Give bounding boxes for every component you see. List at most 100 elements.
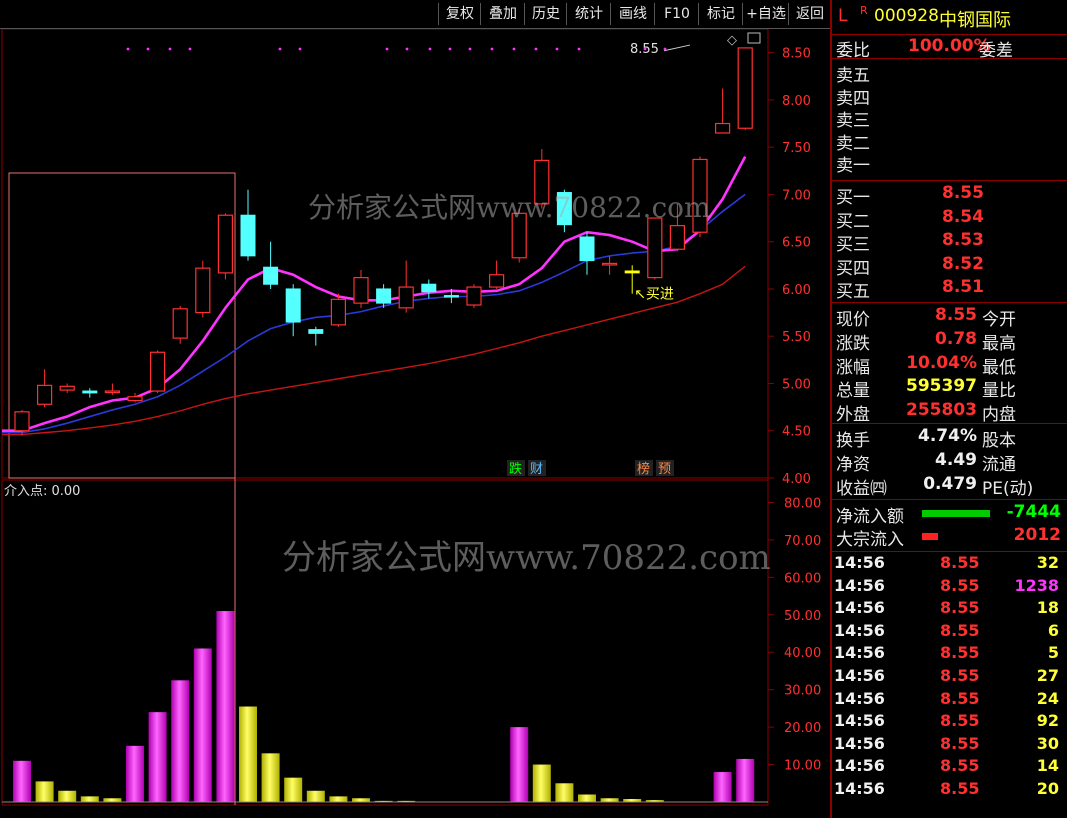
bid-level-label: 买四 bbox=[836, 258, 870, 279]
toolbar-button-7[interactable]: +自选 bbox=[742, 3, 789, 25]
candle-body bbox=[669, 225, 686, 250]
tick-volume: 32 bbox=[1036, 553, 1059, 572]
signal-dot bbox=[643, 47, 647, 51]
diamond-icon: ◇ bbox=[727, 33, 737, 48]
signal-dot bbox=[405, 47, 409, 51]
fund-value: 4.49 bbox=[935, 449, 977, 470]
candle-body bbox=[647, 217, 663, 279]
candle-body bbox=[579, 236, 595, 262]
candle-body bbox=[466, 286, 482, 306]
panel-separator bbox=[832, 551, 1067, 552]
toolbar-button-0[interactable]: 复权 bbox=[438, 3, 481, 25]
candle-body bbox=[285, 288, 301, 323]
candle-body bbox=[330, 298, 346, 326]
ask-level-4: 卖四 bbox=[836, 88, 870, 109]
indicator-bar bbox=[103, 798, 122, 802]
bid-level-label: 买五 bbox=[836, 282, 870, 302]
signal-dot bbox=[468, 47, 472, 51]
indicator-frame bbox=[1, 479, 769, 806]
toolbar-button-4[interactable]: 画线 bbox=[610, 3, 655, 25]
toolbar-button-5[interactable]: F10 bbox=[654, 3, 699, 25]
indicator-axis-label: 50.00 bbox=[784, 609, 821, 624]
toolbar-button-3[interactable]: 统计 bbox=[566, 3, 611, 25]
panel-separator bbox=[832, 58, 1067, 59]
price-axis-label: 8.00 bbox=[782, 94, 811, 109]
signal-dot bbox=[448, 47, 452, 51]
indicator-bar bbox=[736, 758, 755, 802]
candle-body bbox=[353, 277, 369, 304]
signal-dot bbox=[298, 47, 302, 51]
price-axis-label: 6.50 bbox=[782, 236, 811, 251]
tick-volume: 20 bbox=[1036, 779, 1059, 798]
signal-dot bbox=[512, 47, 516, 51]
stock-name[interactable]: 中钢国际 bbox=[939, 6, 1011, 32]
fund-value: 4.74% bbox=[918, 426, 977, 446]
indicator-bar bbox=[171, 680, 190, 802]
bid-level-price: 8.54 bbox=[942, 206, 984, 227]
candle-body bbox=[737, 47, 753, 129]
candle-body bbox=[172, 308, 188, 339]
indicator-axis-label: 70.00 bbox=[784, 534, 821, 549]
bid-level-label: 买三 bbox=[836, 235, 870, 255]
price-axis-label: 6.00 bbox=[782, 283, 811, 298]
indicator-axis-label: 60.00 bbox=[784, 571, 821, 586]
bid-level-price: 8.51 bbox=[942, 277, 984, 297]
quote-right-label: 量比 bbox=[982, 381, 1016, 402]
signal-dot bbox=[663, 47, 667, 51]
signal-dot bbox=[534, 47, 538, 51]
tick-volume: 14 bbox=[1036, 756, 1059, 776]
tick-volume: 24 bbox=[1036, 688, 1059, 708]
stock-code[interactable]: 000928 bbox=[874, 6, 939, 26]
ask-level-5: 卖五 bbox=[836, 66, 870, 86]
candle-body bbox=[308, 329, 324, 334]
bid-level-price: 8.55 bbox=[942, 183, 984, 203]
tick-volume: 30 bbox=[1036, 733, 1059, 753]
badge-3: 预 bbox=[658, 462, 671, 477]
signal-dot bbox=[188, 47, 192, 51]
bid-level-label: 买一 bbox=[836, 188, 870, 208]
flow-value: -7444 bbox=[1006, 502, 1061, 522]
bid-level-price: 8.52 bbox=[942, 253, 984, 274]
candle-body bbox=[398, 286, 414, 309]
indicator-bar bbox=[713, 772, 732, 802]
candle-body bbox=[59, 385, 75, 391]
candle-body bbox=[443, 295, 459, 298]
quote-value: 8.55 bbox=[935, 305, 977, 325]
toolbar: 复权 叠加 历史 统计 画线 F10 标记 +自选 返回 bbox=[0, 0, 830, 29]
indicator-axis-label: 10.00 bbox=[784, 759, 821, 774]
chart-canvas[interactable]: 8.50 8.00 7.50 7.00 6.50 6.00 5.50 5.00 4.50 4.00… bbox=[0, 0, 830, 818]
indicator-bar bbox=[600, 798, 619, 802]
candle-body bbox=[36, 384, 53, 405]
ask-level-3: 卖三 bbox=[836, 111, 870, 131]
toolbar-button-6[interactable]: 标记 bbox=[698, 3, 743, 25]
toolbar-button-2[interactable]: 历史 bbox=[524, 3, 567, 25]
indicator-axis-label: 20.00 bbox=[784, 721, 821, 736]
indicator-bar bbox=[193, 648, 212, 802]
tick-volume: 92 bbox=[1036, 711, 1059, 731]
indicator-bar bbox=[352, 798, 370, 802]
signal-dot bbox=[385, 47, 389, 51]
candle-body bbox=[601, 262, 618, 266]
quote-right-label: 今开 bbox=[982, 310, 1016, 330]
indicator-bar bbox=[532, 764, 551, 802]
indicator-bar bbox=[578, 794, 596, 802]
tick-volume: 18 bbox=[1036, 598, 1059, 618]
price-axis-label: 5.50 bbox=[782, 330, 811, 345]
indicator-title: 介入点: 0.00 bbox=[4, 484, 80, 499]
candle-body bbox=[714, 122, 731, 134]
candle-body bbox=[376, 288, 392, 304]
toolbar-button-8[interactable]: 返回 bbox=[788, 3, 831, 25]
toolbar-button-1[interactable]: 叠加 bbox=[480, 3, 525, 25]
quote-value: 0.78 bbox=[935, 328, 977, 349]
indicator-bar bbox=[13, 760, 31, 802]
watermark-lower: 分析家公式网www.70822.com bbox=[282, 538, 771, 578]
quote-right-label: 最高 bbox=[982, 333, 1016, 354]
ask-level-2: 卖二 bbox=[836, 133, 870, 154]
quote-panel: L R 000928 中钢国际 委比 100.00% 委差 卖五 卖四 卖三 卖二 卖一 买一 8… bbox=[830, 0, 1067, 818]
indicator-bar bbox=[35, 781, 54, 802]
badge-1: 财 bbox=[530, 462, 543, 477]
fund-right-label: PE(动) bbox=[982, 478, 1034, 499]
panel-separator bbox=[832, 302, 1067, 303]
quote-value: 255803 bbox=[906, 400, 977, 421]
tick-volume: 27 bbox=[1036, 666, 1059, 685]
